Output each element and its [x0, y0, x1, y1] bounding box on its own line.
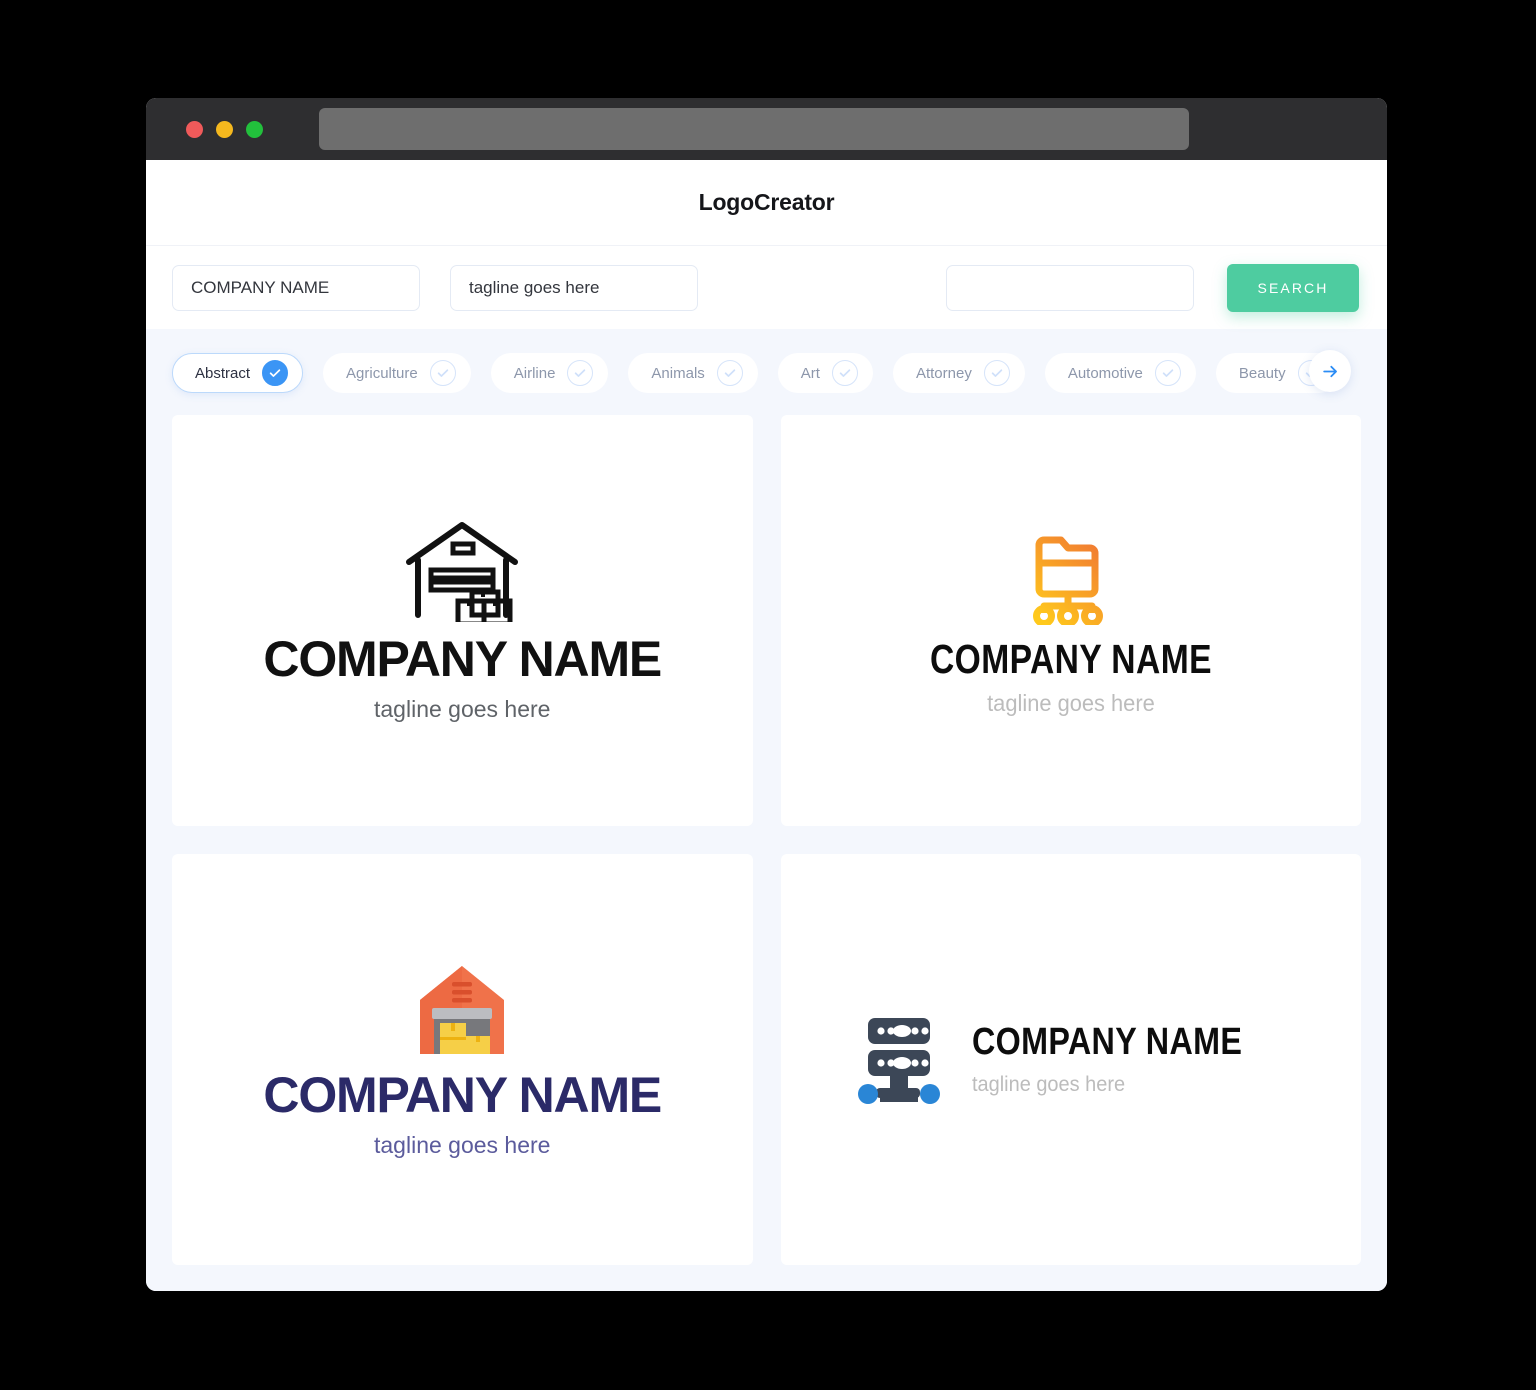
- server-network-icon: [852, 1010, 946, 1110]
- logo-company-name: COMPANY NAME: [263, 1067, 662, 1123]
- check-circle-icon: [831, 360, 858, 386]
- category-chip-automotive[interactable]: Automotive: [1044, 353, 1196, 393]
- category-chip-agriculture[interactable]: Agriculture: [323, 353, 471, 393]
- logo-preview: COMPANY NAME tagline goes here: [852, 1010, 1290, 1110]
- warehouse-outline-icon: [263, 518, 661, 622]
- results-area: Abstract Agriculture Airline Animals Art…: [146, 329, 1387, 1291]
- logo-card[interactable]: COMPANY NAME tagline goes here: [172, 854, 753, 1265]
- categories-next-button[interactable]: [1309, 350, 1351, 392]
- traffic-lights: [186, 120, 263, 138]
- app-header: LogoCreator: [146, 160, 1387, 246]
- logo-card[interactable]: COMPANY NAME tagline goes here: [780, 854, 1361, 1265]
- check-circle-icon: [1154, 360, 1181, 386]
- check-circle-icon: [429, 360, 456, 386]
- tagline-input[interactable]: [450, 264, 698, 311]
- category-chip-label: Automotive: [1067, 364, 1143, 382]
- logo-card[interactable]: COMPANY NAME tagline goes here: [172, 415, 753, 826]
- check-circle-icon: [567, 360, 594, 386]
- category-chip-label: Animals: [651, 364, 705, 382]
- category-chip-attorney[interactable]: Attorney: [892, 353, 1025, 393]
- app-brand-title: LogoCreator: [698, 189, 835, 215]
- category-chip-animals[interactable]: Animals: [628, 353, 758, 393]
- browser-titlebar: [146, 98, 1387, 160]
- maximize-window-button[interactable]: [246, 120, 263, 138]
- logo-company-name: COMPANY NAME: [263, 631, 662, 687]
- logo-preview: COMPANY NAME tagline goes here: [899, 525, 1243, 717]
- logo-tagline: tagline goes here: [374, 1132, 551, 1158]
- minimize-window-button[interactable]: [216, 120, 233, 138]
- logo-results-grid: COMPANY NAME tagline goes here COMPANY N…: [172, 415, 1361, 1265]
- close-window-button[interactable]: [186, 120, 203, 138]
- search-toolbar: SEARCH: [146, 246, 1387, 329]
- logo-company-name: COMPANY NAME: [929, 635, 1212, 682]
- search-button[interactable]: SEARCH: [1227, 263, 1359, 312]
- category-chip-abstract[interactable]: Abstract: [172, 353, 304, 393]
- category-chip-label: Agriculture: [346, 364, 418, 382]
- logo-tagline: tagline goes here: [374, 696, 551, 722]
- logo-company-name: COMPANY NAME: [971, 1020, 1243, 1063]
- logo-tagline: tagline goes here: [971, 1072, 1125, 1096]
- folder-network-icon: [899, 525, 1243, 625]
- check-circle-icon: [716, 360, 743, 386]
- company-name-input[interactable]: [172, 264, 420, 311]
- category-chip-art[interactable]: Art: [777, 353, 873, 393]
- logo-preview: COMPANY NAME tagline goes here: [263, 960, 662, 1159]
- logo-card[interactable]: COMPANY NAME tagline goes here: [780, 415, 1361, 826]
- category-chip-label: Beauty: [1238, 364, 1286, 382]
- url-bar[interactable]: [319, 108, 1189, 150]
- check-circle-icon: [262, 360, 289, 386]
- logo-tagline: tagline goes here: [986, 689, 1155, 716]
- category-chip-label: Abstract: [195, 364, 251, 382]
- category-chip-airline[interactable]: Airline: [490, 353, 609, 393]
- category-chip-label: Attorney: [915, 364, 972, 382]
- category-filter-bar: Abstract Agriculture Airline Animals Art…: [172, 350, 1361, 395]
- warehouse-flat-icon: [263, 960, 661, 1060]
- category-chip-label: Art: [800, 364, 820, 382]
- check-circle-icon: [983, 360, 1010, 386]
- logo-preview: COMPANY NAME tagline goes here: [263, 518, 662, 723]
- browser-window: LogoCreator SEARCH Abstract Agriculture: [146, 98, 1387, 1291]
- arrow-right-icon: [1322, 365, 1337, 377]
- logo-text-block: COMPANY NAME tagline goes here: [972, 1023, 1290, 1097]
- category-chip-label: Airline: [513, 364, 556, 382]
- keyword-input[interactable]: [946, 264, 1194, 311]
- screenshot-stage: LogoCreator SEARCH Abstract Agriculture: [0, 0, 1536, 1390]
